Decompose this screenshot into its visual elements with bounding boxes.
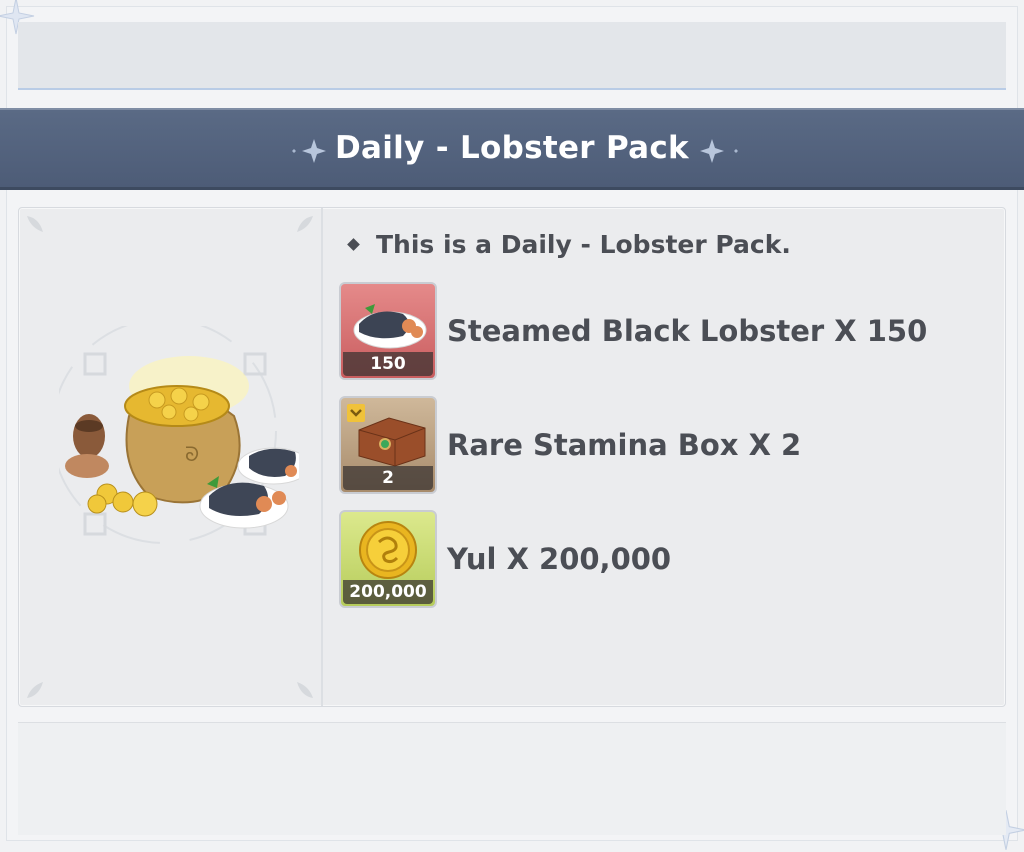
reward-count: 2 (343, 466, 433, 490)
reward-label: Steamed Black Lobster X 150 (447, 314, 928, 348)
reward-item[interactable]: 200,000 Yul X 200,000 (339, 510, 671, 608)
footer-area (18, 722, 1006, 835)
leaf-corner-icon (27, 216, 43, 232)
description-text: This is a Daily - Lobster Pack. (376, 230, 791, 259)
reward-slot[interactable]: 2 (339, 396, 437, 494)
page-title: Daily - Lobster Pack (335, 130, 689, 166)
reward-item[interactable]: 2 Rare Stamina Box X 2 (339, 396, 801, 494)
pack-description: This is a Daily - Lobster Pack. (345, 230, 791, 259)
reward-count: 200,000 (343, 580, 433, 604)
pack-details-panel: ᘐ This is a Daily - Lobster Pack. 150 St… (18, 207, 1006, 707)
reward-slot[interactable]: 150 (339, 282, 437, 380)
reward-item[interactable]: 150 Steamed Black Lobster X 150 (339, 282, 927, 380)
reward-slot[interactable]: 200,000 (339, 510, 437, 608)
reward-label: Rare Stamina Box X 2 (447, 428, 802, 462)
sparkle-right-icon (700, 139, 738, 163)
leaf-corner-icon (27, 682, 43, 698)
bullet-diamond-icon (347, 238, 360, 251)
lobster-pack-image: ᘐ (59, 326, 299, 544)
header-bar (18, 22, 1006, 90)
title-banner: Daily - Lobster Pack (0, 108, 1024, 190)
svg-text:ᘐ: ᘐ (185, 442, 199, 466)
yul-coin-icon (359, 521, 417, 579)
stamina-box-icon (347, 404, 426, 467)
leaf-corner-icon (297, 682, 313, 698)
pack-image-pane: ᘐ (19, 208, 323, 706)
reward-count: 150 (343, 352, 433, 376)
reward-label: Yul X 200,000 (447, 542, 672, 576)
leaf-corner-icon (297, 216, 313, 232)
lobster-plate-icon (353, 304, 427, 349)
